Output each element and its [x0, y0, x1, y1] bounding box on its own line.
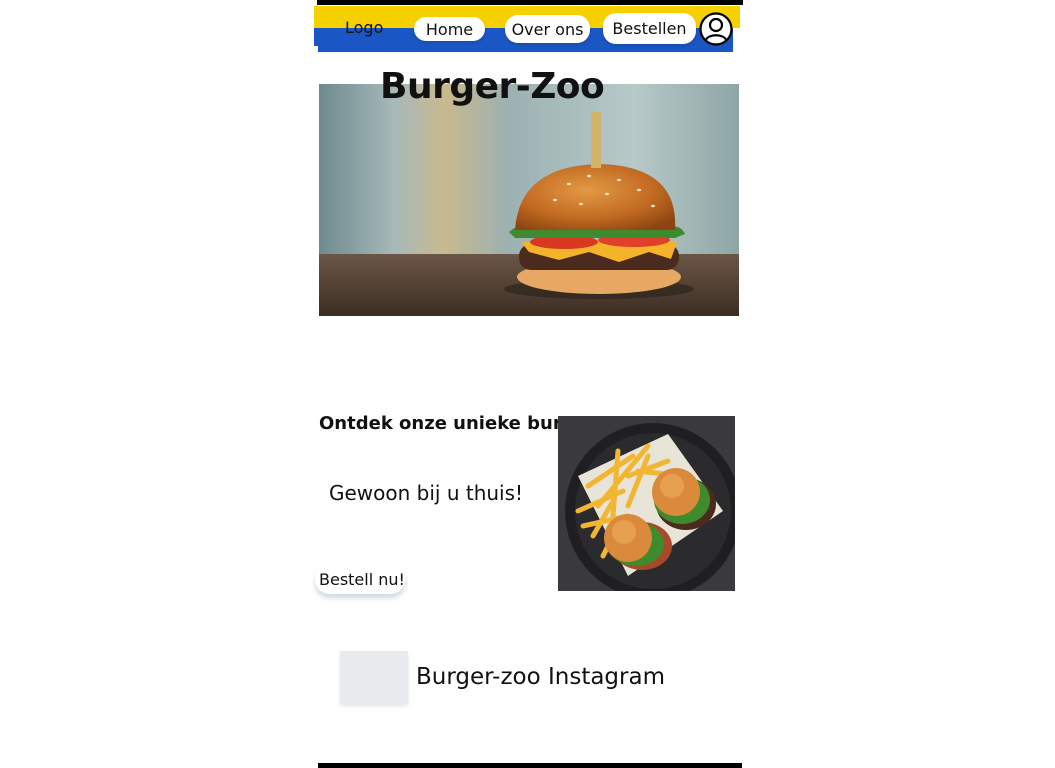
page-title: Burger-Zoo — [380, 66, 605, 107]
order-now-button[interactable]: Bestell nu! — [315, 564, 405, 594]
nav-home-label: Home — [425, 19, 474, 39]
instagram-thumbnail[interactable] — [340, 651, 408, 703]
nav-home-button[interactable]: Home — [414, 17, 485, 41]
user-icon[interactable] — [699, 12, 733, 46]
instagram-link[interactable]: Burger-zoo Instagram — [416, 664, 665, 690]
nav-over-ons-button[interactable]: Over ons — [505, 15, 590, 43]
top-border — [317, 0, 743, 5]
burgers-fries-image — [558, 416, 735, 591]
order-now-label: Bestell nu! — [319, 569, 405, 589]
bottom-border — [318, 763, 742, 768]
hero-burger-image — [319, 84, 739, 316]
navbar-gap — [314, 46, 318, 52]
nav-bestellen-label: Bestellen — [612, 19, 687, 38]
nav-over-ons-label: Over ons — [511, 19, 584, 39]
logo[interactable]: Logo — [345, 18, 383, 37]
promo-subtitle: Gewoon bij u thuis! — [329, 481, 524, 505]
nav-bestellen-button[interactable]: Bestellen — [603, 13, 696, 44]
